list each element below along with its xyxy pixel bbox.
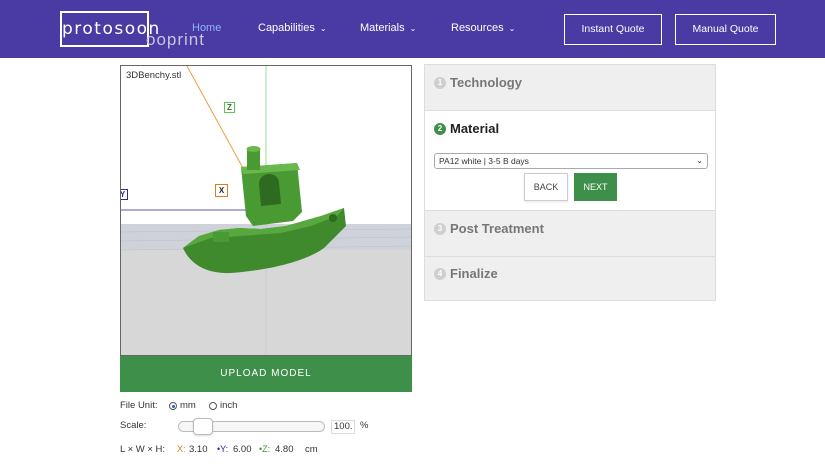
model-viewer[interactable]: 3DBenchy.stl Z X Y: [120, 65, 412, 356]
step-number-badge: 4: [434, 267, 446, 280]
step-finalize[interactable]: 4 Finalize: [425, 257, 715, 301]
step-post-treatment-title: 3 Post Treatment: [434, 221, 544, 236]
step-material-label: Material: [450, 121, 500, 136]
model-canvas[interactable]: [121, 66, 412, 356]
dim-y-prefix: •Y:: [217, 444, 229, 454]
upload-model-button[interactable]: UPLOAD MODEL: [120, 356, 412, 392]
porthole: [329, 214, 337, 222]
step-material[interactable]: 2 Material PA12 white | 3-5 B days ⌄ BAC…: [425, 111, 715, 211]
nav-capabilities[interactable]: Capabilities ⌄: [258, 22, 327, 34]
chimney-top: [246, 146, 261, 152]
step-finalize-label: Finalize: [450, 266, 498, 281]
dim-x-prefix: X:: [177, 444, 186, 454]
step-post-treatment[interactable]: 3 Post Treatment: [425, 211, 715, 257]
manual-quote-button[interactable]: Manual Quote: [675, 14, 776, 45]
header-ghost-text: ooprint: [146, 30, 205, 49]
nav-resources-label: Resources: [451, 22, 504, 34]
nav-capabilities-label: Capabilities: [258, 22, 315, 34]
next-button[interactable]: NEXT: [574, 173, 617, 201]
unit-inch-label: inch: [220, 400, 238, 411]
material-select[interactable]: PA12 white | 3-5 B days ⌄: [434, 153, 708, 169]
boat-chimney: [247, 149, 260, 170]
brand-logo[interactable]: protosoon: [60, 11, 159, 47]
dim-y-input[interactable]: 6.00: [230, 443, 252, 457]
step-number-badge: 1: [434, 76, 446, 89]
nav-resources[interactable]: Resources ⌄: [451, 22, 515, 34]
step-number-badge: 2: [434, 122, 446, 135]
nav-materials-label: Materials: [360, 22, 405, 34]
dim-z-prefix: •Z:: [259, 444, 271, 454]
instant-quote-button[interactable]: Instant Quote: [564, 14, 662, 45]
scale-unit: %: [360, 420, 369, 431]
unit-mm-label: mm: [180, 400, 196, 411]
dimensions-unit: cm: [305, 444, 318, 455]
scale-input[interactable]: 100.: [331, 420, 355, 434]
dim-z-input[interactable]: 4.80: [272, 443, 294, 457]
step-technology-title: 1 Technology: [434, 75, 522, 90]
y-axis-label: Y: [121, 189, 128, 200]
file-unit-label: File Unit:: [120, 400, 158, 411]
chevron-down-icon: ⌄: [319, 24, 327, 33]
unit-mm-radio[interactable]: [169, 402, 177, 410]
scale-slider-thumb[interactable]: [193, 418, 213, 435]
step-number-badge: 3: [434, 222, 446, 235]
step-post-treatment-label: Post Treatment: [450, 221, 544, 236]
back-button[interactable]: BACK: [524, 173, 568, 201]
nav-materials[interactable]: Materials ⌄: [360, 22, 416, 34]
cabin-doorway: [259, 173, 281, 206]
chevron-down-icon: ⌄: [508, 24, 516, 33]
chevron-down-icon: ⌄: [696, 156, 703, 165]
z-axis-label: Z: [224, 102, 235, 113]
dim-x-input[interactable]: 3.10: [186, 443, 210, 457]
step-finalize-title: 4 Finalize: [434, 266, 498, 281]
dimensions-label: L × W × H:: [120, 444, 166, 455]
step-technology-label: Technology: [450, 75, 522, 90]
x-axis-label: X: [215, 184, 228, 197]
scale-label: Scale:: [120, 420, 147, 431]
model-filename: 3DBenchy.stl: [126, 70, 182, 81]
top-navbar: protosoon Home Capabilities ⌄ Materials ⌄ …: [0, 0, 825, 58]
material-select-value: PA12 white | 3-5 B days: [439, 156, 529, 166]
stern-box: [213, 232, 229, 242]
chevron-down-icon: ⌄: [409, 24, 417, 33]
step-material-title: 2 Material: [434, 121, 499, 136]
unit-inch-radio[interactable]: [209, 402, 217, 410]
step-technology[interactable]: 1 Technology: [425, 65, 715, 111]
quote-steps-panel: 1 Technology 2 Material PA12 white | 3-5…: [424, 64, 716, 301]
